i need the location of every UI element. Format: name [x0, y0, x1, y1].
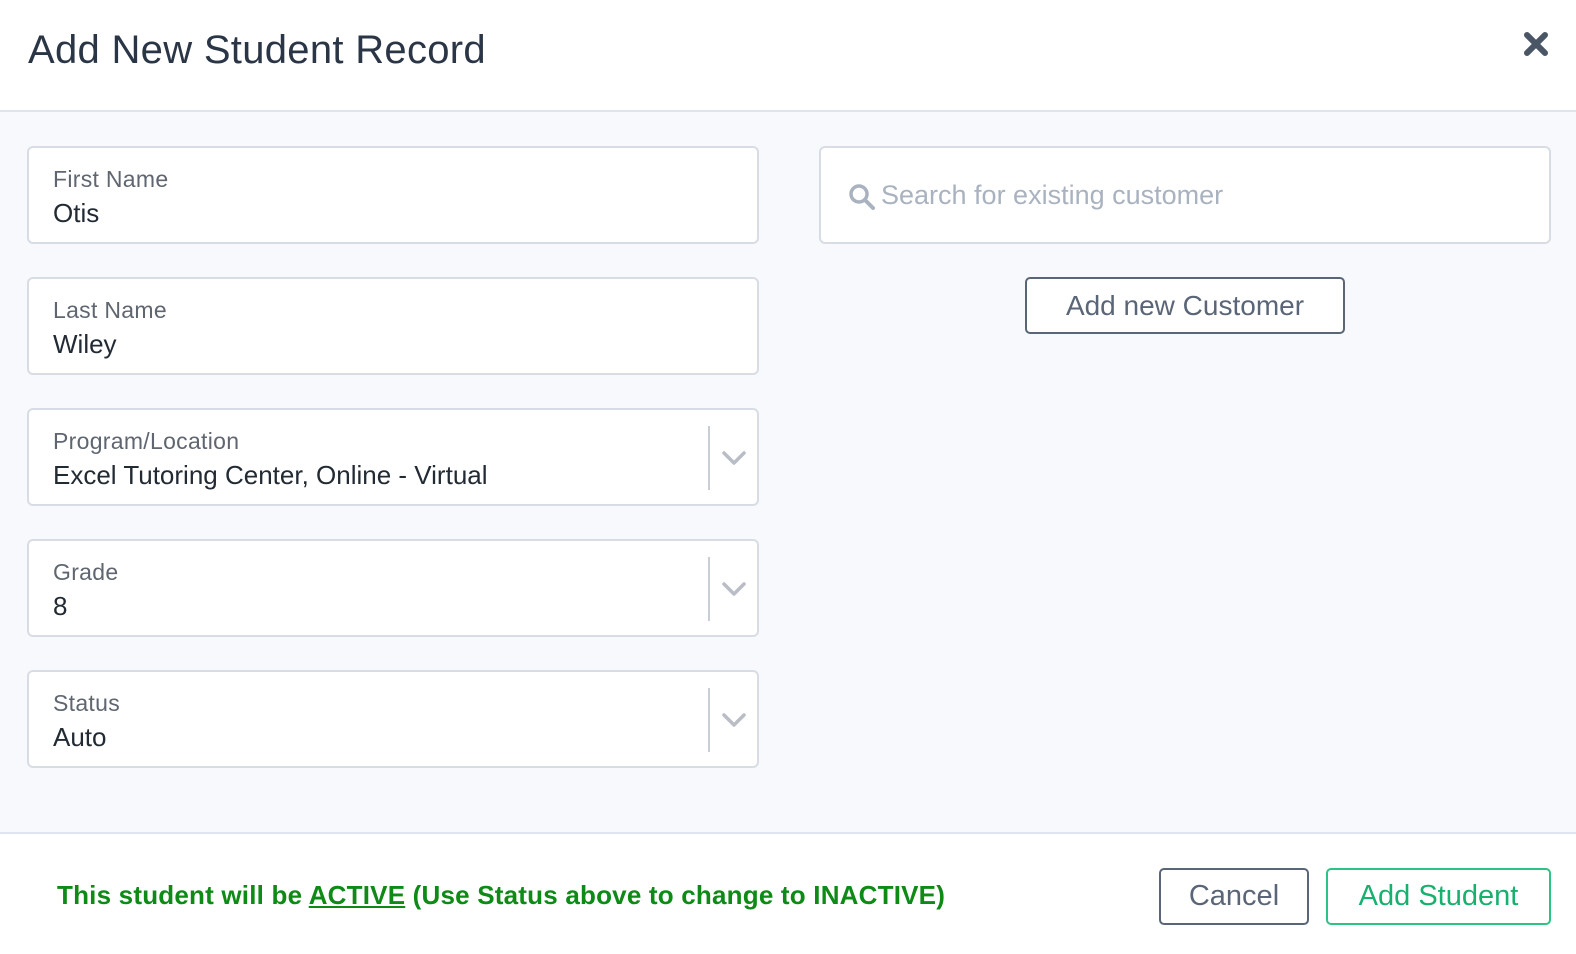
modal-header: Add New Student Record [0, 0, 1576, 112]
last-name-value[interactable]: Wiley [53, 329, 117, 360]
status-notice-suffix: (Use Status above to change to INACTIVE) [405, 880, 946, 910]
modal-footer: This student will be ACTIVE (Use Status … [0, 836, 1576, 954]
grade-label: Grade [53, 559, 119, 585]
modal-body: First Name Otis Last Name Wiley Program/… [0, 112, 1576, 834]
status-select[interactable]: Status Auto [27, 670, 759, 768]
select-divider [708, 557, 710, 621]
status-notice: This student will be ACTIVE (Use Status … [57, 880, 945, 911]
program-location-label: Program/Location [53, 428, 240, 454]
status-notice-active: ACTIVE [308, 880, 406, 910]
select-divider [708, 426, 710, 490]
chevron-down-icon[interactable] [719, 708, 749, 732]
modal-title: Add New Student Record [28, 28, 486, 72]
first-name-value[interactable]: Otis [53, 198, 99, 229]
status-notice-prefix: This student will be [57, 880, 309, 910]
program-location-select[interactable]: Program/Location Excel Tutoring Center, … [27, 408, 759, 506]
cancel-button[interactable]: Cancel [1159, 868, 1309, 925]
chevron-down-icon[interactable] [719, 446, 749, 470]
last-name-field[interactable]: Last Name Wiley [27, 277, 759, 375]
search-icon [849, 184, 875, 210]
chevron-down-icon[interactable] [719, 577, 749, 601]
grade-value[interactable]: 8 [53, 591, 67, 622]
status-value[interactable]: Auto [53, 722, 107, 753]
select-divider [708, 688, 710, 752]
add-new-customer-button[interactable]: Add new Customer [1025, 277, 1345, 334]
first-name-label: First Name [53, 166, 169, 192]
grade-select[interactable]: Grade 8 [27, 539, 759, 637]
customer-search-placeholder[interactable]: Search for existing customer [881, 180, 1223, 211]
status-label: Status [53, 690, 121, 716]
program-location-value[interactable]: Excel Tutoring Center, Online - Virtual [53, 460, 488, 491]
add-student-modal: Add New Student Record First Name Otis L… [0, 0, 1576, 954]
close-icon[interactable] [1518, 26, 1554, 62]
add-student-button[interactable]: Add Student [1326, 868, 1551, 925]
first-name-field[interactable]: First Name Otis [27, 146, 759, 244]
last-name-label: Last Name [53, 297, 167, 323]
customer-search-input[interactable]: Search for existing customer [819, 146, 1551, 244]
